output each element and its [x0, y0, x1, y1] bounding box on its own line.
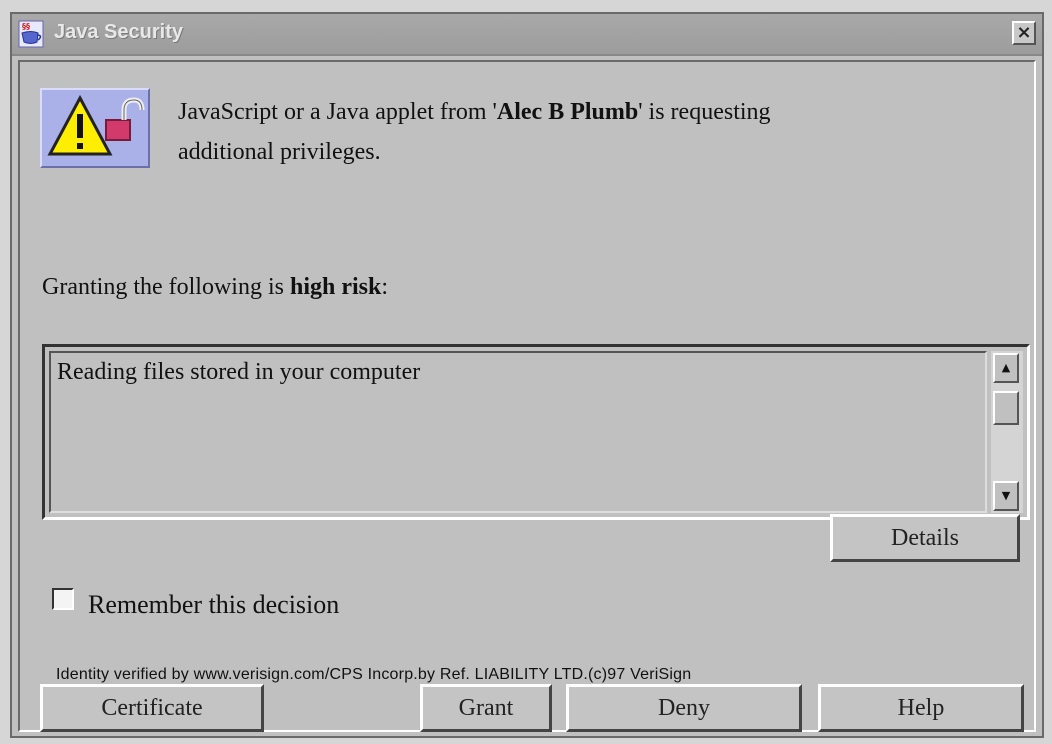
certificate-button[interactable]: Certificate: [40, 684, 264, 732]
risk-statement: Granting the following is high risk:: [42, 274, 388, 301]
privileges-list-area: Reading files stored in your computer: [49, 351, 987, 513]
privileges-listbox[interactable]: Reading files stored in your computer ▲ …: [42, 344, 1030, 520]
remember-checkbox[interactable]: [52, 588, 74, 610]
warning-unlock-icon: [40, 88, 150, 168]
grant-button[interactable]: Grant: [420, 684, 552, 732]
window-title: Java Security: [54, 21, 183, 43]
risk-prefix: Granting the following is: [42, 274, 290, 300]
remember-label: Remember this decision: [88, 590, 340, 619]
request-message: JavaScript or a Java applet from 'Alec B…: [178, 92, 978, 172]
requester-name: Alec B Plumb: [496, 99, 639, 125]
help-button[interactable]: Help: [818, 684, 1024, 732]
title-bar[interactable]: §§ Java Security ×: [12, 14, 1042, 56]
list-item[interactable]: Reading files stored in your computer: [57, 359, 420, 386]
identity-verification-text: Identity verified by www.verisign.com/CP…: [56, 666, 692, 683]
request-line2: additional privileges.: [178, 139, 381, 165]
risk-suffix: :: [381, 274, 389, 300]
java-security-dialog: §§ Java Security × JavaScript or a Java …: [10, 12, 1044, 738]
deny-button[interactable]: Deny: [566, 684, 802, 732]
scroll-up-button[interactable]: ▲: [993, 353, 1019, 383]
request-prefix: JavaScript or a Java applet from ': [178, 99, 497, 125]
risk-level: high risk: [289, 274, 382, 300]
scroll-down-button[interactable]: ▼: [993, 481, 1019, 511]
vertical-scrollbar[interactable]: ▲ ▼: [991, 351, 1023, 513]
details-button[interactable]: Details: [830, 514, 1020, 562]
java-cup-icon: §§: [18, 20, 44, 48]
request-suffix: ' is requesting: [638, 99, 771, 125]
scroll-thumb[interactable]: [993, 391, 1019, 425]
close-button[interactable]: ×: [1012, 21, 1036, 45]
svg-text:§§: §§: [22, 22, 30, 31]
